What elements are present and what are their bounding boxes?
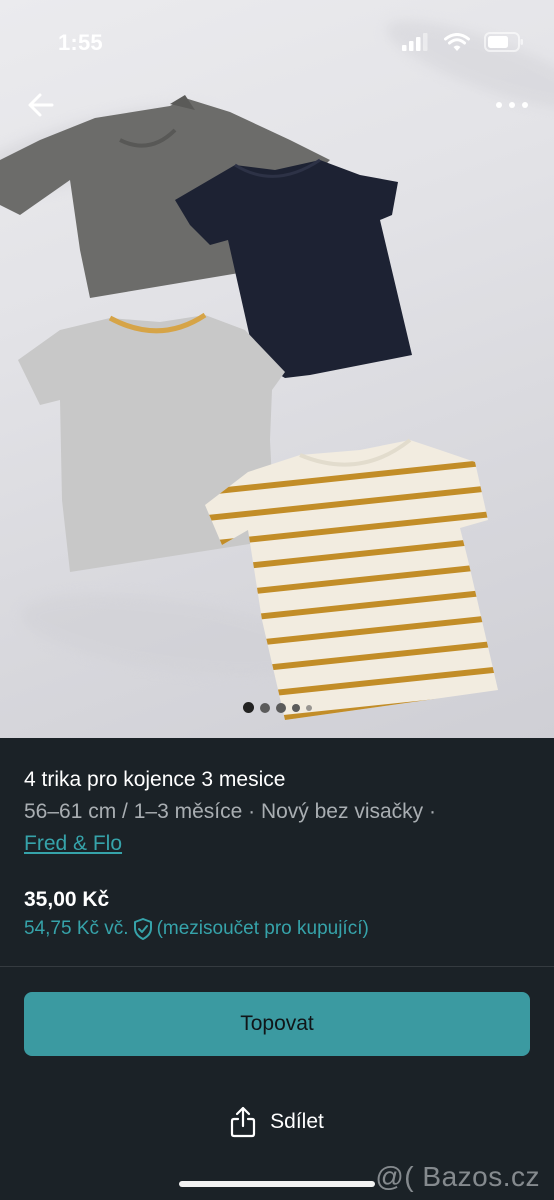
back-arrow-icon[interactable] (24, 88, 58, 122)
listing-meta: 56–61 cm / 1–3 měsíce · Nový bez visačky… (24, 800, 436, 823)
share-label: Sdílet (270, 1110, 324, 1133)
more-options-icon[interactable] (492, 92, 532, 118)
shield-check-icon (133, 918, 152, 940)
total-note: (mezisoučet pro kupující) (156, 918, 369, 939)
share-icon (231, 1106, 256, 1138)
total-price: 54,75 Kč vč. (24, 918, 129, 939)
status-icons (402, 32, 524, 52)
brand-link[interactable]: Fred & Flo (24, 832, 122, 856)
status-bar: 1:55 (0, 0, 554, 88)
buyer-total[interactable]: 54,75 Kč vč. (mezisoučet pro kupující) (24, 917, 369, 941)
pagination-dot[interactable] (259, 702, 270, 713)
battery-icon (484, 32, 523, 52)
watermark: @( Bazos.cz (375, 1161, 540, 1192)
divider (0, 966, 554, 967)
pagination-dot[interactable] (305, 704, 312, 711)
listing-price: 35,00 Kč (24, 888, 110, 911)
listing-photo[interactable]: 1:55 (0, 0, 554, 738)
promote-button[interactable]: Topovat (24, 992, 530, 1056)
pagination-dot[interactable] (275, 702, 286, 713)
home-indicator (179, 1181, 375, 1187)
signal-icon (402, 33, 428, 51)
pagination-dot-active[interactable] (242, 702, 254, 713)
share-button[interactable]: Sdílet (0, 1106, 554, 1138)
wifi-icon (444, 32, 470, 51)
light-grey-tshirt (18, 312, 285, 572)
gallery-pagination (0, 702, 554, 713)
listing-details: 4 trika pro kojence 3 mesice 56–61 cm / … (0, 738, 554, 1200)
listing-title: 4 trika pro kojence 3 mesice (24, 768, 286, 791)
status-time: 1:55 (58, 30, 103, 55)
clothes-illustration (0, 95, 498, 720)
pagination-dot[interactable] (291, 703, 300, 712)
